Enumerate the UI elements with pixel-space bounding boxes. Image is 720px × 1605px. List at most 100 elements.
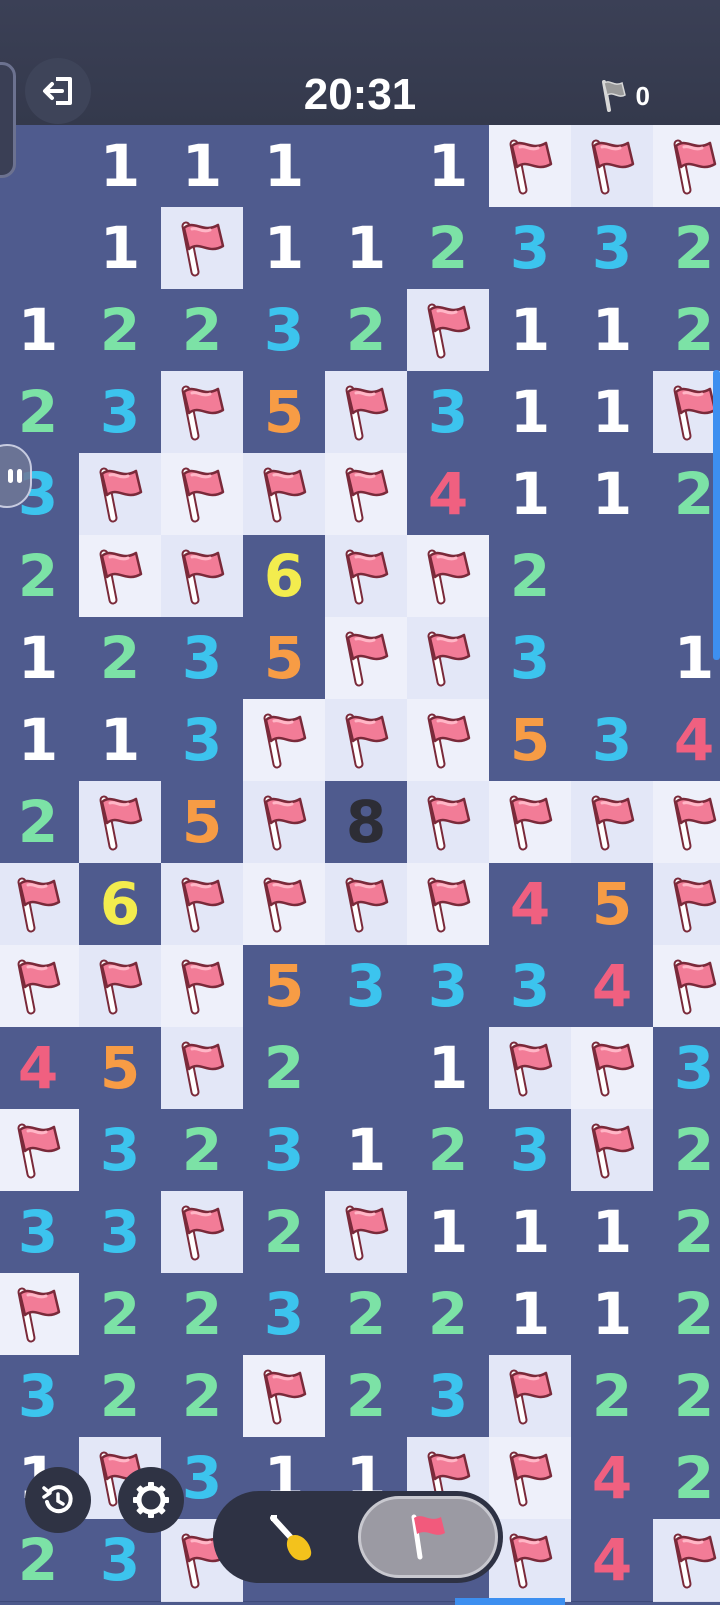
flagged-cell[interactable] xyxy=(571,1027,654,1110)
number-cell[interactable]: 2 xyxy=(653,1191,720,1274)
flagged-cell[interactable] xyxy=(571,1109,654,1192)
flagged-cell[interactable] xyxy=(243,781,326,864)
number-cell[interactable]: 2 xyxy=(325,1273,408,1356)
number-cell[interactable]: 3 xyxy=(489,207,572,290)
empty-cell[interactable] xyxy=(571,617,654,700)
number-cell[interactable]: 1 xyxy=(571,289,654,372)
number-cell[interactable]: 4 xyxy=(571,945,654,1028)
number-cell[interactable]: 2 xyxy=(653,207,720,290)
number-cell[interactable]: 1 xyxy=(161,125,244,208)
number-cell[interactable]: 1 xyxy=(79,125,162,208)
number-cell[interactable]: 1 xyxy=(79,699,162,782)
dig-mode-button[interactable] xyxy=(231,1491,351,1583)
number-cell[interactable]: 1 xyxy=(653,617,720,700)
flagged-cell[interactable] xyxy=(489,781,572,864)
flagged-cell[interactable] xyxy=(325,617,408,700)
flagged-cell[interactable] xyxy=(571,781,654,864)
flagged-cell[interactable] xyxy=(161,453,244,536)
flagged-cell[interactable] xyxy=(243,699,326,782)
number-cell[interactable]: 3 xyxy=(571,207,654,290)
number-cell[interactable]: 1 xyxy=(571,1191,654,1274)
number-cell[interactable]: 5 xyxy=(489,699,572,782)
number-cell[interactable]: 2 xyxy=(79,1273,162,1356)
number-cell[interactable]: 2 xyxy=(161,1109,244,1192)
flagged-cell[interactable] xyxy=(407,289,490,372)
flagged-cell[interactable] xyxy=(653,781,720,864)
number-cell[interactable]: 1 xyxy=(0,289,80,372)
flagged-cell[interactable] xyxy=(325,535,408,618)
number-cell[interactable]: 3 xyxy=(243,289,326,372)
flagged-cell[interactable] xyxy=(407,535,490,618)
empty-cell[interactable] xyxy=(325,125,408,208)
flagged-cell[interactable] xyxy=(161,207,244,290)
number-cell[interactable]: 1 xyxy=(243,207,326,290)
flagged-cell[interactable] xyxy=(325,453,408,536)
flagged-cell[interactable] xyxy=(571,125,654,208)
number-cell[interactable]: 6 xyxy=(79,863,162,946)
number-cell[interactable]: 2 xyxy=(407,1273,490,1356)
flagged-cell[interactable] xyxy=(243,453,326,536)
number-cell[interactable]: 3 xyxy=(407,371,490,454)
flagged-cell[interactable] xyxy=(79,535,162,618)
empty-cell[interactable] xyxy=(653,535,720,618)
number-cell[interactable]: 1 xyxy=(0,699,80,782)
number-cell[interactable]: 2 xyxy=(407,1109,490,1192)
number-cell[interactable]: 1 xyxy=(571,371,654,454)
number-cell[interactable]: 3 xyxy=(489,617,572,700)
flagged-cell[interactable] xyxy=(161,945,244,1028)
number-cell[interactable]: 3 xyxy=(653,1027,720,1110)
number-cell[interactable]: 1 xyxy=(325,1109,408,1192)
flagged-cell[interactable] xyxy=(161,535,244,618)
number-cell[interactable]: 3 xyxy=(79,1191,162,1274)
number-cell[interactable]: 1 xyxy=(489,453,572,536)
flagged-cell[interactable] xyxy=(489,1355,572,1438)
number-cell[interactable]: 2 xyxy=(79,617,162,700)
number-cell[interactable]: 2 xyxy=(0,535,80,618)
number-cell[interactable]: 2 xyxy=(161,1273,244,1356)
number-cell[interactable]: 2 xyxy=(79,289,162,372)
number-cell[interactable]: 2 xyxy=(161,1355,244,1438)
scrollbar[interactable] xyxy=(713,370,720,660)
flagged-cell[interactable] xyxy=(489,125,572,208)
flagged-cell[interactable] xyxy=(243,863,326,946)
number-cell[interactable]: 1 xyxy=(0,617,80,700)
number-cell[interactable]: 1 xyxy=(489,371,572,454)
number-cell[interactable]: 5 xyxy=(243,371,326,454)
number-cell[interactable]: 3 xyxy=(489,1109,572,1192)
flagged-cell[interactable] xyxy=(161,1027,244,1110)
flagged-cell[interactable] xyxy=(0,863,80,946)
number-cell[interactable]: 3 xyxy=(243,1109,326,1192)
number-cell[interactable]: 4 xyxy=(0,1027,80,1110)
flagged-cell[interactable] xyxy=(653,1519,720,1602)
flagged-cell[interactable] xyxy=(325,863,408,946)
number-cell[interactable]: 3 xyxy=(407,945,490,1028)
number-cell[interactable]: 1 xyxy=(79,207,162,290)
number-cell[interactable]: 3 xyxy=(79,1109,162,1192)
number-cell[interactable]: 2 xyxy=(325,289,408,372)
flagged-cell[interactable] xyxy=(0,945,80,1028)
number-cell[interactable]: 3 xyxy=(489,945,572,1028)
number-cell[interactable]: 4 xyxy=(571,1437,654,1520)
number-cell[interactable]: 8 xyxy=(325,781,408,864)
flagged-cell[interactable] xyxy=(653,945,720,1028)
flagged-cell[interactable] xyxy=(407,863,490,946)
flagged-cell[interactable] xyxy=(79,781,162,864)
number-cell[interactable]: 2 xyxy=(161,289,244,372)
number-cell[interactable]: 5 xyxy=(243,617,326,700)
number-cell[interactable]: 1 xyxy=(489,1191,572,1274)
number-cell[interactable]: 2 xyxy=(0,371,80,454)
number-cell[interactable]: 4 xyxy=(571,1519,654,1602)
number-cell[interactable]: 1 xyxy=(407,1027,490,1110)
flagged-cell[interactable] xyxy=(161,863,244,946)
number-cell[interactable]: 2 xyxy=(79,1355,162,1438)
number-cell[interactable]: 2 xyxy=(489,535,572,618)
number-cell[interactable]: 5 xyxy=(79,1027,162,1110)
number-cell[interactable]: 2 xyxy=(653,1355,720,1438)
settings-button[interactable] xyxy=(118,1467,184,1533)
flagged-cell[interactable] xyxy=(407,699,490,782)
number-cell[interactable]: 2 xyxy=(325,1355,408,1438)
number-cell[interactable]: 2 xyxy=(653,1437,720,1520)
flagged-cell[interactable] xyxy=(0,1273,80,1356)
flagged-cell[interactable] xyxy=(325,1191,408,1274)
empty-cell[interactable] xyxy=(571,535,654,618)
